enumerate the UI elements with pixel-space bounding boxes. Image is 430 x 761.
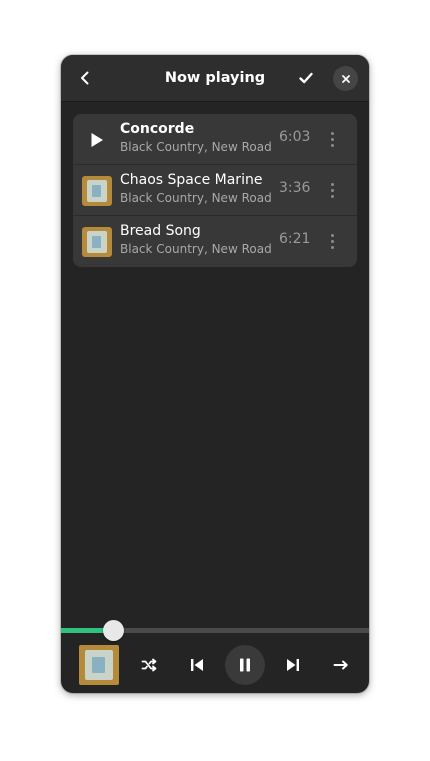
more-options-button[interactable] bbox=[325, 229, 339, 253]
kebab-dot bbox=[330, 182, 334, 186]
kebab-dot bbox=[330, 239, 334, 243]
playlist: Concorde Black Country, New Road 6:03 Ch… bbox=[73, 114, 357, 267]
pause-button[interactable] bbox=[225, 645, 265, 685]
kebab-dot bbox=[330, 143, 334, 147]
previous-button[interactable] bbox=[181, 649, 213, 681]
play-icon bbox=[91, 133, 103, 147]
playlist-row[interactable]: Bread Song Black Country, New Road 6:21 bbox=[73, 216, 357, 267]
song-artist: Black Country, New Road bbox=[120, 191, 272, 205]
close-icon bbox=[341, 74, 350, 83]
checkmark-icon bbox=[299, 72, 313, 84]
repeat-mode-button[interactable] bbox=[325, 649, 357, 681]
song-title: Bread Song bbox=[120, 223, 201, 239]
song-duration: 6:03 bbox=[279, 129, 311, 145]
close-button[interactable] bbox=[333, 66, 358, 91]
kebab-dot bbox=[330, 131, 334, 135]
song-title: Concorde bbox=[120, 121, 195, 137]
play-indicator bbox=[81, 124, 113, 156]
kebab-dot bbox=[330, 245, 334, 249]
now-playing-window: Now playing Concorde Black Country, New … bbox=[61, 55, 369, 693]
kebab-dot bbox=[330, 188, 334, 192]
album-art bbox=[81, 226, 113, 258]
album-art-thumbnail bbox=[82, 227, 112, 257]
kebab-dot bbox=[330, 194, 334, 198]
pause-icon bbox=[240, 658, 250, 672]
album-art bbox=[81, 175, 113, 207]
shuffle-icon bbox=[141, 658, 157, 672]
arrow-right-icon bbox=[333, 660, 348, 670]
current-album-art[interactable] bbox=[79, 645, 119, 685]
song-duration: 6:21 bbox=[279, 231, 311, 247]
header-bar: Now playing bbox=[61, 55, 369, 102]
skip-previous-icon bbox=[191, 659, 203, 671]
next-button[interactable] bbox=[277, 649, 309, 681]
more-options-button[interactable] bbox=[325, 178, 339, 202]
playlist-row[interactable]: Chaos Space Marine Black Country, New Ro… bbox=[73, 165, 357, 216]
playlist-row[interactable]: Concorde Black Country, New Road 6:03 bbox=[73, 114, 357, 165]
song-artist: Black Country, New Road bbox=[120, 242, 272, 256]
kebab-dot bbox=[330, 233, 334, 237]
progress-bar[interactable] bbox=[61, 620, 369, 641]
back-button[interactable] bbox=[69, 62, 101, 94]
kebab-dot bbox=[330, 137, 334, 141]
page-title: Now playing bbox=[164, 70, 266, 86]
song-artist: Black Country, New Road bbox=[120, 140, 272, 154]
player-controls bbox=[61, 638, 369, 693]
song-title: Chaos Space Marine bbox=[120, 172, 263, 188]
song-duration: 3:36 bbox=[279, 180, 311, 196]
album-art-thumbnail bbox=[82, 176, 112, 206]
shuffle-button[interactable] bbox=[133, 649, 165, 681]
skip-next-icon bbox=[287, 659, 299, 671]
confirm-button[interactable] bbox=[290, 62, 322, 94]
more-options-button[interactable] bbox=[325, 127, 339, 151]
chevron-left-icon bbox=[81, 71, 89, 85]
